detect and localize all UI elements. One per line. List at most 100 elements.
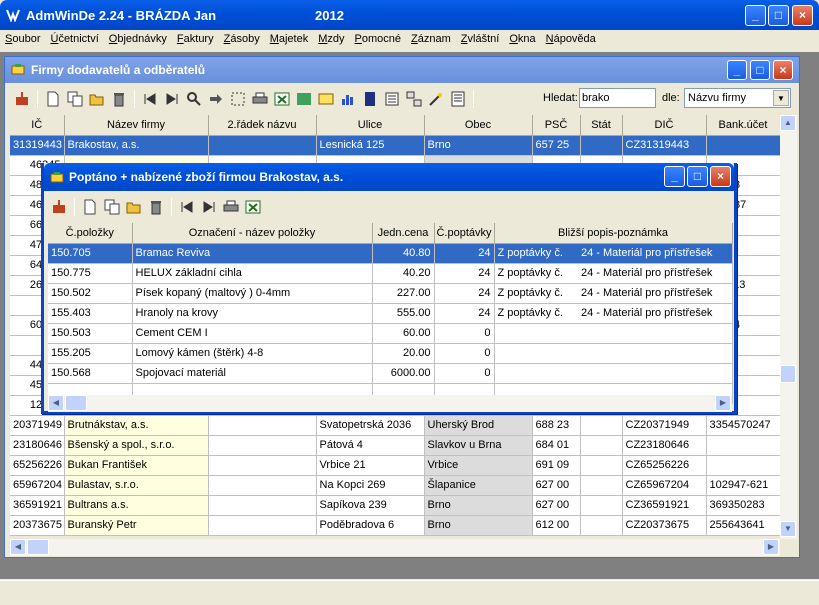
list-icon[interactable] — [383, 90, 401, 108]
items-maximize-button[interactable]: □ — [687, 166, 708, 187]
table-row[interactable]: 31319443 Brakostav, a.s. Lesnická 125 Brno 6… — [10, 135, 781, 156]
table-row[interactable]: 150.705 Bramac Reviva 40.80 24 Z poptávky č.… — [48, 243, 733, 264]
scroll-right-icon[interactable]: ▶ — [715, 395, 731, 411]
exit-icon[interactable] — [50, 198, 68, 216]
new-icon[interactable] — [81, 198, 99, 216]
new-icon[interactable] — [44, 90, 62, 108]
table-cell: Šlapanice — [424, 475, 533, 496]
notes-icon[interactable] — [449, 90, 467, 108]
col-inquiry-no[interactable]: Č.poptávky — [434, 223, 495, 244]
col-name2[interactable]: 2.řádek názvu — [208, 115, 317, 136]
table-row[interactable]: 23180646 Bšenský a spol., s.r.o. Pátová 4S… — [10, 435, 781, 456]
book-icon[interactable] — [361, 90, 379, 108]
col-name[interactable]: Název firmy — [64, 115, 209, 136]
col-street[interactable]: Ulice — [316, 115, 425, 136]
col-ic[interactable]: IČ — [10, 115, 65, 136]
menu-soubor[interactable]: Soubor — [0, 30, 45, 45]
open-icon[interactable] — [88, 90, 106, 108]
table-row[interactable]: 65967204 Bulastav, s.r.o. Na Kopci 269 Šlap… — [10, 475, 781, 496]
items-hscrollbar[interactable]: ◀ ▶ — [48, 395, 732, 412]
network-icon[interactable] — [405, 90, 423, 108]
scroll-left-icon[interactable]: ◀ — [10, 539, 26, 555]
first-record-icon[interactable] — [178, 198, 196, 216]
items-close-button[interactable]: × — [710, 166, 731, 187]
last-record-icon[interactable] — [200, 198, 218, 216]
col-city[interactable]: Obec — [424, 115, 533, 136]
scroll-down-icon[interactable]: ▼ — [780, 521, 796, 537]
first-record-icon[interactable] — [141, 90, 159, 108]
excel-icon[interactable] — [244, 198, 262, 216]
go-icon[interactable] — [207, 90, 225, 108]
chart-icon[interactable] — [339, 90, 357, 108]
menu-zvlastni[interactable]: Zvláštní — [456, 30, 505, 45]
print-icon[interactable] — [222, 198, 240, 216]
close-button[interactable]: × — [792, 5, 813, 26]
scroll-left-icon[interactable]: ◀ — [48, 395, 64, 411]
select-icon[interactable] — [229, 90, 247, 108]
table-row[interactable]: 150.503 Cement CEM I 60.00 0 — [48, 323, 733, 344]
menu-ucetnictvi[interactable]: Účetnictví — [45, 30, 103, 45]
copy-icon[interactable] — [66, 90, 84, 108]
maximize-button[interactable]: □ — [768, 5, 789, 26]
table-row[interactable]: 150.775 HELUX základní cihla 40.20 24 Z popt… — [48, 263, 733, 284]
map-icon[interactable] — [295, 90, 313, 108]
menu-majetek[interactable]: Majetek — [265, 30, 314, 45]
hscroll-thumb[interactable] — [27, 539, 49, 555]
table-row[interactable]: 36591921 Bultrans a.s. Sapíkova 239 Brno 627… — [10, 495, 781, 516]
col-item-name[interactable]: Označení - název položky — [132, 223, 373, 244]
hscroll-thumb[interactable] — [65, 395, 87, 411]
menu-mzdy[interactable]: Mzdy — [313, 30, 349, 45]
last-record-icon[interactable] — [163, 90, 181, 108]
table-row[interactable]: 20373675 Buranský Petr Poděbradova 6 Brno 61… — [10, 515, 781, 536]
scroll-up-icon[interactable]: ▲ — [780, 115, 796, 131]
col-item-no[interactable]: Č.položky — [48, 223, 133, 244]
col-unit-price[interactable]: Jedn.cena — [372, 223, 435, 244]
col-state[interactable]: Stát — [580, 115, 623, 136]
table-cell: CZ20371949 — [622, 415, 707, 436]
menu-zasoby[interactable]: Zásoby — [219, 30, 265, 45]
table-cell: Svatopetrská 2036 — [316, 415, 425, 436]
exit-icon[interactable] — [13, 90, 31, 108]
search-input[interactable] — [579, 88, 656, 108]
table-cell — [494, 363, 578, 384]
col-note[interactable]: Bližší popis-poznámka — [494, 223, 733, 244]
chevron-down-icon[interactable]: ▼ — [773, 90, 789, 106]
table-cell: 24 - Materiál pro přístřešek — [578, 243, 733, 264]
table-row[interactable]: 150.568 Spojovací materiál 6000.00 0 — [48, 363, 733, 384]
copy-icon[interactable] — [103, 198, 121, 216]
table-row[interactable]: 65256226 Bukan František Vrbice 21 Vrbice 69… — [10, 455, 781, 476]
col-bank[interactable]: Bank.účet — [706, 115, 781, 136]
minimize-button[interactable]: _ — [745, 5, 766, 26]
print-icon[interactable] — [251, 90, 269, 108]
open-icon[interactable] — [125, 198, 143, 216]
firms-vscrollbar[interactable]: ▲ ▼ — [780, 115, 797, 539]
delete-icon[interactable] — [110, 90, 128, 108]
scroll-thumb[interactable] — [780, 365, 796, 383]
firms-maximize-button[interactable]: □ — [750, 60, 770, 80]
table-row[interactable]: 20371949 Brutnákstav, a.s. Svatopetrská 20… — [10, 415, 781, 436]
card-icon[interactable] — [317, 90, 335, 108]
table-row[interactable]: 150.502 Písek kopaný (maltový ) 0-4mm 227.… — [48, 283, 733, 304]
table-row[interactable]: 155.205 Lomový kámen (štěrk) 4-8 20.00 0 — [48, 343, 733, 364]
search-icon[interactable] — [185, 90, 203, 108]
menu-pomocne[interactable]: Pomocné — [350, 30, 406, 45]
separator — [473, 90, 474, 108]
scroll-right-icon[interactable]: ▶ — [763, 539, 779, 555]
menu-objednavky[interactable]: Objednávky — [104, 30, 172, 45]
menu-okna[interactable]: Okna — [504, 30, 540, 45]
col-dic[interactable]: DIČ — [622, 115, 707, 136]
table-row[interactable]: 155.403 Hranoly na krovy 555.00 24 Z poptávk… — [48, 303, 733, 324]
firms-minimize-button[interactable]: _ — [727, 60, 747, 80]
items-minimize-button[interactable]: _ — [664, 166, 685, 187]
menu-zaznam[interactable]: Záznam — [406, 30, 456, 45]
firms-hscrollbar[interactable]: ◀ ▶ — [10, 539, 780, 556]
menu-faktury[interactable]: Faktury — [172, 30, 219, 45]
col-psc[interactable]: PSČ — [532, 115, 581, 136]
delete-icon[interactable] — [147, 198, 165, 216]
excel-icon[interactable] — [273, 90, 291, 108]
firms-close-button[interactable]: × — [773, 60, 793, 80]
menu-napoveda[interactable]: Nápověda — [541, 30, 601, 45]
search-by-select[interactable]: Názvu firmy ▼ — [684, 88, 791, 108]
magic-icon[interactable] — [427, 90, 445, 108]
separator — [171, 198, 172, 216]
